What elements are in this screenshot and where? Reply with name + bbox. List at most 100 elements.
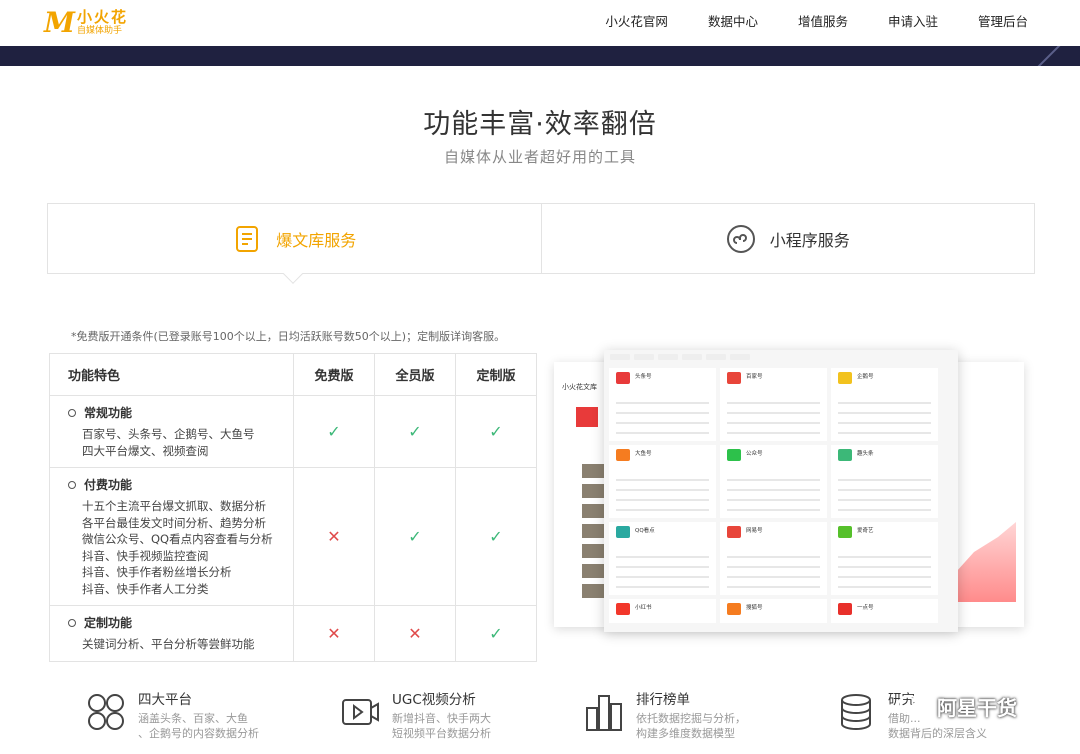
platform-name: 百家号 <box>746 374 763 380</box>
feature-desc: 、企鹅号的内容数据分析 <box>138 727 259 740</box>
feature-line: 十五个主流平台爆文抓取、数据分析 <box>82 499 266 513</box>
platform-card: 一点号 <box>831 599 938 623</box>
nav-data-center[interactable]: 数据中心 <box>708 11 758 30</box>
feature-title: UGC视频分析 <box>392 692 476 708</box>
tab-article-library[interactable]: 爆文库服务 <box>48 204 541 273</box>
feature-line: 各平台最佳发文时间分析、趋势分析 <box>82 515 266 530</box>
stat-row <box>727 499 820 501</box>
table-row: 付费功能 十五个主流平台爆文抓取、数据分析 各平台最佳发文时间分析、趋势分析 微… <box>49 467 537 606</box>
feature-title: 排行榜单 <box>636 692 690 708</box>
stat-row <box>727 576 820 578</box>
platform-name: 头条号 <box>635 374 652 380</box>
stat-row <box>616 479 709 481</box>
stat-row <box>727 402 820 404</box>
nav-apply[interactable]: 申请入驻 <box>888 11 938 30</box>
feature-line: 微信公众号、QQ看点内容查看与分析 <box>82 532 273 546</box>
stat-row <box>616 412 709 414</box>
stat-row <box>727 479 820 481</box>
logo-mark: M <box>44 6 75 39</box>
platform-card: 小红书 <box>609 599 716 623</box>
col-header-custom: 定制版 <box>455 353 537 396</box>
col-header-feature: 功能特色 <box>49 353 294 396</box>
logo[interactable]: M 小火花 自媒体助手 <box>44 6 128 39</box>
nav-admin[interactable]: 管理后台 <box>978 11 1028 30</box>
platform-logo-icon <box>727 526 741 538</box>
cross-icon: ✕ <box>408 623 422 643</box>
feature-line: 关键词分析、平台分析等尝鲜功能 <box>82 637 255 651</box>
col-header-all: 全员版 <box>374 353 456 396</box>
check-icon: ✓ <box>408 422 422 441</box>
document-list-icon <box>236 225 259 252</box>
logo-name: 小火花 <box>77 7 129 26</box>
platform-logo-icon <box>838 526 852 538</box>
platform-logo-icon <box>616 526 630 538</box>
platform-name: QQ看点 <box>635 528 655 534</box>
platform-card: 百家号 <box>720 368 827 441</box>
platform-card: 趣头条 <box>831 445 938 518</box>
stat-row <box>727 586 820 588</box>
platform-logo-icon <box>838 449 852 461</box>
header-band <box>0 46 1080 66</box>
stat-row <box>616 489 709 491</box>
stat-row <box>727 489 820 491</box>
check-icon: ✓ <box>408 527 422 546</box>
platform-card: 企鹅号 <box>831 368 938 441</box>
stat-row <box>727 422 820 424</box>
platform-name: 网易号 <box>746 528 763 534</box>
bullet-icon <box>68 618 76 627</box>
nav-official-site[interactable]: 小火花官网 <box>605 11 668 30</box>
screenshot-front-panel: 头条号 百家号 企鹅号 大鱼号 公众号 趣头条 QQ看点 网易号 爱奇艺 小红书 搜狐号 一点号 <box>604 350 958 632</box>
watermark-text: 阿星干货 <box>937 696 1017 720</box>
ranking-icon <box>586 695 622 731</box>
check-icon: ✓ <box>489 623 503 643</box>
cross-icon: ✕ <box>327 623 341 643</box>
stat-row <box>838 422 931 424</box>
feature-desc: 涵盖头条、百家、大鱼 <box>138 712 248 725</box>
group-title: 付费功能 <box>84 478 133 492</box>
table-header-row: 功能特色 免费版 全员版 定制版 <box>49 353 537 396</box>
platform-name: 趣头条 <box>857 451 874 457</box>
platform-name: 大鱼号 <box>635 451 652 457</box>
feature-line: 抖音、快手作者粉丝增长分析 <box>82 565 232 579</box>
platform-card: 搜狐号 <box>720 599 827 623</box>
trend-chart-thumbnail <box>956 472 1016 602</box>
feature-line: 四大平台爆文、视频查阅 <box>82 443 209 458</box>
feature-ugc-video: UGC视频分析 新增抖音、快手两大 短视频平台数据分析 <box>340 688 491 741</box>
platform-card: QQ看点 <box>609 522 716 595</box>
feature-line: 百家号、头条号、企鹅号、大鱼号 <box>82 427 255 441</box>
feature-comparison-table: 功能特色 免费版 全员版 定制版 常规功能 百家号、头条号、企鹅号、大鱼号 四大… <box>49 353 537 662</box>
database-icon <box>841 694 871 730</box>
stat-row <box>616 499 709 501</box>
stat-row <box>727 432 820 434</box>
feature-title: 四大平台 <box>138 692 192 708</box>
check-icon: ✓ <box>489 527 503 546</box>
stat-row <box>616 432 709 434</box>
feature-ranking: 排行榜单 依托数据挖掘与分析， 构建多维度数据模型 <box>584 688 746 741</box>
logo-subtitle: 自媒体助手 <box>77 25 123 36</box>
stat-row <box>727 509 820 511</box>
platform-logo-icon <box>727 372 741 384</box>
four-platforms-icon <box>88 694 124 730</box>
platform-name: 公众号 <box>746 451 763 457</box>
stat-row <box>616 576 709 578</box>
stat-row <box>838 576 931 578</box>
stat-row <box>838 556 931 558</box>
stat-row <box>838 432 931 434</box>
platform-name: 一点号 <box>857 605 874 611</box>
stat-row <box>838 499 931 501</box>
platform-name: 搜狐号 <box>746 605 763 611</box>
platform-card: 公众号 <box>720 445 827 518</box>
platform-logo-icon <box>616 603 630 615</box>
top-nav: 小火花官网 数据中心 增值服务 申请入驻 管理后台 <box>565 0 1028 40</box>
nav-value-added[interactable]: 增值服务 <box>798 11 848 30</box>
stat-row <box>838 509 931 511</box>
platform-logo-icon <box>727 449 741 461</box>
stat-row <box>838 566 931 568</box>
wechat-icon <box>897 694 929 718</box>
stat-row <box>616 586 709 588</box>
platform-card: 大鱼号 <box>609 445 716 518</box>
mini-program-icon <box>726 224 755 253</box>
stat-row <box>616 509 709 511</box>
stat-row <box>838 586 931 588</box>
tab-mini-program[interactable]: 小程序服务 <box>540 204 1035 273</box>
